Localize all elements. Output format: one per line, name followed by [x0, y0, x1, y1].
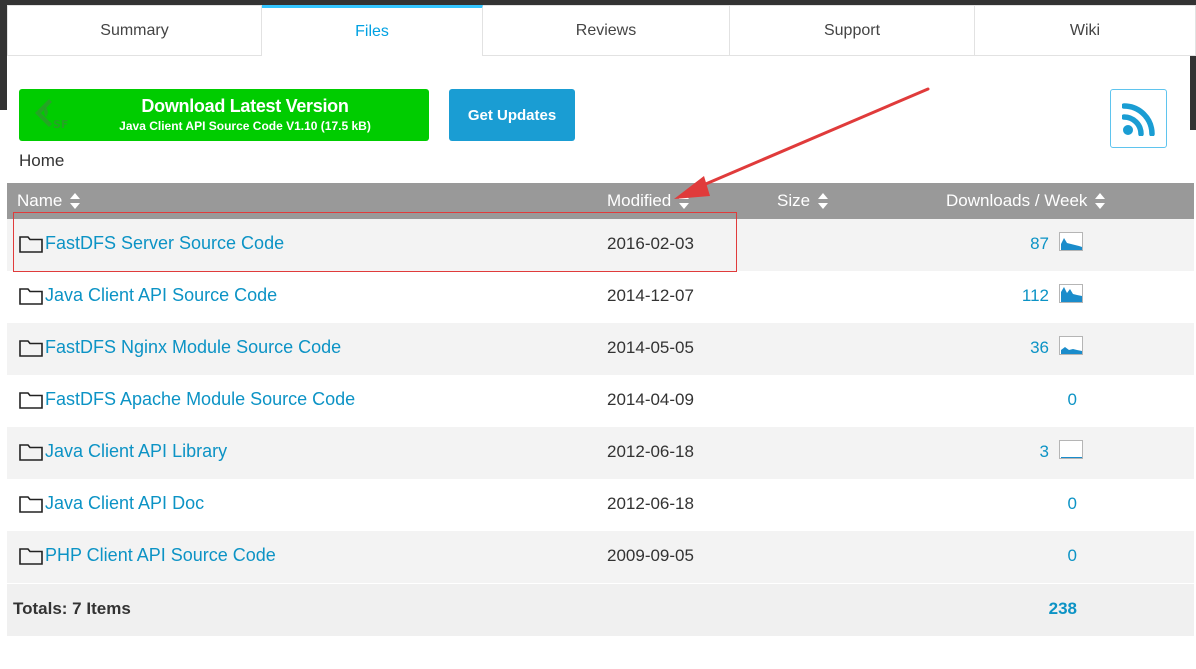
folder-icon: [19, 288, 43, 305]
project-tabs: Summary Files Reviews Support Wiki: [7, 5, 1196, 56]
totals-label: Totals: 7 Items: [13, 599, 131, 618]
tab-support[interactable]: Support: [730, 5, 975, 56]
sort-icon: [70, 193, 81, 209]
sparkline-chart-icon[interactable]: [1059, 284, 1083, 303]
download-subtitle: Java Client API Source Code V1.10 (17.5 …: [119, 119, 371, 133]
modified-date: 2014-04-09: [607, 390, 694, 409]
sparkline-chart-icon[interactable]: [1059, 440, 1083, 459]
folder-icon: [19, 496, 43, 513]
modified-date: 2014-05-05: [607, 338, 694, 357]
tab-reviews[interactable]: Reviews: [483, 5, 730, 56]
file-name-link[interactable]: FastDFS Apache Module Source Code: [45, 389, 355, 410]
column-header-size[interactable]: Size: [777, 183, 829, 219]
table-row[interactable]: Java Client API Doc 2012-06-18 0: [7, 479, 1194, 531]
left-edge: [0, 0, 7, 110]
sort-icon: [679, 193, 690, 209]
table-row[interactable]: FastDFS Server Source Code 2016-02-03 87: [7, 219, 1194, 271]
downloads-count[interactable]: 0: [1068, 494, 1077, 514]
table-row[interactable]: PHP Client API Source Code 2009-09-05 0: [7, 531, 1194, 583]
modified-date: 2009-09-05: [607, 546, 694, 565]
sort-icon: [818, 193, 829, 209]
downloads-count[interactable]: 36: [1030, 338, 1049, 358]
rss-icon: [1121, 102, 1155, 136]
modified-date: 2014-12-07: [607, 286, 694, 305]
download-latest-button[interactable]: SF Download Latest Version Java Client A…: [19, 89, 429, 141]
file-name-link[interactable]: FastDFS Nginx Module Source Code: [45, 337, 341, 358]
file-name-link[interactable]: PHP Client API Source Code: [45, 545, 276, 566]
modified-date: 2012-06-18: [607, 494, 694, 513]
download-title: Download Latest Version: [141, 96, 349, 116]
modified-date: 2012-06-18: [607, 442, 694, 461]
file-name-link[interactable]: Java Client API Doc: [45, 493, 204, 514]
file-name-link[interactable]: Java Client API Library: [45, 441, 227, 462]
folder-icon: [19, 236, 43, 253]
table-row[interactable]: FastDFS Apache Module Source Code 2014-0…: [7, 375, 1194, 427]
folder-icon: [19, 392, 43, 409]
files-table-header: Name Modified Size Downloads / Week: [7, 183, 1194, 219]
column-label-modified: Modified: [607, 191, 672, 210]
downloads-count[interactable]: 0: [1068, 390, 1077, 410]
sparkline-chart-icon[interactable]: [1059, 232, 1083, 251]
file-name-link[interactable]: Java Client API Source Code: [45, 285, 277, 306]
sourceforge-logo: SF: [35, 99, 68, 131]
column-header-downloads[interactable]: Downloads / Week: [946, 183, 1106, 219]
breadcrumb[interactable]: Home: [19, 151, 64, 171]
column-label-downloads: Downloads / Week: [946, 191, 1088, 210]
downloads-count[interactable]: 0: [1068, 546, 1077, 566]
column-header-name[interactable]: Name: [17, 183, 81, 219]
sort-icon: [1095, 193, 1106, 209]
column-label-size: Size: [777, 191, 811, 210]
rss-button[interactable]: [1110, 89, 1167, 148]
tab-wiki[interactable]: Wiki: [975, 5, 1196, 56]
folder-icon: [19, 340, 43, 357]
table-row[interactable]: FastDFS Nginx Module Source Code 2014-05…: [7, 323, 1194, 375]
download-text: Download Latest Version Java Client API …: [79, 96, 411, 133]
modified-date: 2016-02-03: [607, 234, 694, 253]
folder-icon: [19, 548, 43, 565]
sparkline-chart-icon[interactable]: [1059, 336, 1083, 355]
get-updates-button[interactable]: Get Updates: [449, 89, 575, 141]
downloads-count[interactable]: 112: [1022, 286, 1049, 306]
totals-row: Totals: 7 Items 238: [7, 584, 1194, 636]
column-label-name: Name: [17, 191, 63, 210]
sourceforge-logo-text: SF: [53, 118, 68, 131]
table-row[interactable]: Java Client API Library 2012-06-18 3: [7, 427, 1194, 479]
downloads-count[interactable]: 87: [1030, 234, 1049, 254]
totals-downloads[interactable]: 238: [1049, 599, 1077, 619]
folder-icon: [19, 444, 43, 461]
downloads-count[interactable]: 3: [1040, 442, 1049, 462]
table-row[interactable]: Java Client API Source Code 2014-12-07 1…: [7, 271, 1194, 323]
tab-summary[interactable]: Summary: [7, 5, 262, 56]
column-header-modified[interactable]: Modified: [607, 183, 690, 219]
file-name-link[interactable]: FastDFS Server Source Code: [45, 233, 284, 254]
tab-files[interactable]: Files: [262, 5, 483, 56]
